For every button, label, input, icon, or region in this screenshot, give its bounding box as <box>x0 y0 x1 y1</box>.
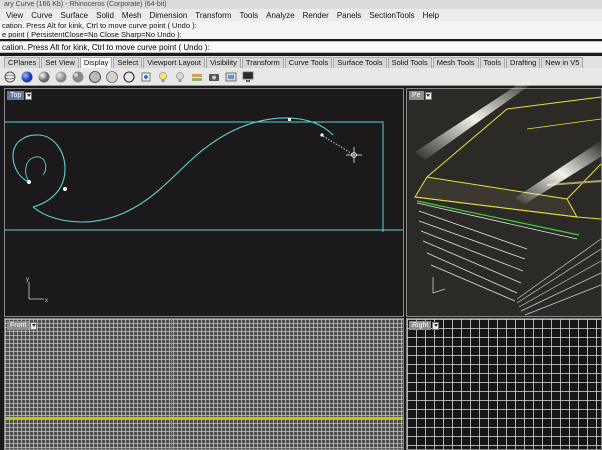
viewport-top[interactable]: Top y x <box>4 88 404 317</box>
display-toolbar <box>0 68 602 86</box>
pen-sphere-icon[interactable] <box>122 70 136 84</box>
pencil-line <box>546 180 601 186</box>
wireframe-edge <box>526 118 601 130</box>
axis-indicator-icon <box>28 282 44 300</box>
tab-surface-tools[interactable]: Surface Tools <box>333 57 387 68</box>
tab-new-in-v5[interactable]: New in V5 <box>541 57 584 68</box>
top-view-canvas[interactable]: y x <box>5 89 403 316</box>
control-point <box>27 180 31 184</box>
chevron-down-icon[interactable] <box>30 321 38 330</box>
menu-tools[interactable]: Tools <box>235 11 262 20</box>
spiral-curve <box>12 134 66 208</box>
control-point <box>288 118 291 121</box>
wireframe-edge <box>426 96 601 178</box>
layer-state-icon[interactable] <box>190 70 204 84</box>
rendered-sphere-icon[interactable] <box>37 70 51 84</box>
viewport-top-label[interactable]: Top <box>7 91 33 100</box>
menu-dimension[interactable]: Dimension <box>145 11 191 20</box>
axis-x-label: x <box>45 298 48 304</box>
menu-render[interactable]: Render <box>299 11 333 20</box>
xray-sphere-icon[interactable] <box>71 70 85 84</box>
menu-curve[interactable]: Curve <box>27 11 56 20</box>
white-curve-lines <box>516 238 601 316</box>
tab-display[interactable]: Display <box>79 57 113 68</box>
technical-sphere-icon[interactable] <box>88 70 102 84</box>
menu-panels[interactable]: Panels <box>333 11 365 20</box>
viewport-perspective-name[interactable]: Pe <box>409 91 424 100</box>
toolbar-tabs: CPlanes Set View Display Select Viewport… <box>0 56 602 68</box>
command-history-line: e point ( PersistentClose=No Close Sharp… <box>0 30 602 39</box>
rubber-band-line <box>322 135 355 156</box>
viewport-perspective[interactable]: Pe <box>406 88 602 317</box>
menu-help[interactable]: Help <box>419 11 443 20</box>
menu-solid[interactable]: Solid <box>92 11 118 20</box>
ghosted-sphere-icon[interactable] <box>54 70 68 84</box>
wireframe-face <box>414 176 578 218</box>
menu-view[interactable]: View <box>2 11 27 20</box>
viewport-perspective-label[interactable]: Pe <box>409 91 432 100</box>
viewport-right[interactable]: Right <box>406 318 602 450</box>
menu-mesh[interactable]: Mesh <box>118 11 146 20</box>
tab-solid-tools[interactable]: Solid Tools <box>387 57 432 68</box>
control-point <box>63 187 67 191</box>
tab-tools[interactable]: Tools <box>479 57 506 68</box>
tab-select[interactable]: Select <box>113 57 143 68</box>
viewport-right-name[interactable]: Right <box>409 321 432 330</box>
menu-transform[interactable]: Transform <box>191 11 235 20</box>
chevron-down-icon[interactable] <box>25 91 33 100</box>
viewport-top-name[interactable]: Top <box>7 91 25 100</box>
command-history-line: cation. Press Alt for kink, Ctrl to move… <box>0 21 602 30</box>
front-grid <box>5 319 403 449</box>
monitor-icon[interactable] <box>241 70 255 84</box>
right-grid <box>407 319 601 449</box>
sweep-curve <box>32 117 334 223</box>
viewport-front[interactable]: Front <box>4 318 404 450</box>
shaded-sphere-icon[interactable] <box>20 70 34 84</box>
front-x-axis <box>5 417 403 419</box>
crosshair-cursor-icon <box>346 147 362 163</box>
menu-surface[interactable]: Surface <box>57 11 93 20</box>
menu-bar: View Curve Surface Solid Mesh Dimension … <box>0 9 602 21</box>
menu-analyze[interactable]: Analyze <box>262 11 298 20</box>
light-bulb-off-icon[interactable] <box>173 70 187 84</box>
tab-transform[interactable]: Transform <box>241 57 284 68</box>
command-prompt[interactable]: cation. Press Alt for kink, Ctrl to move… <box>0 41 602 53</box>
object-properties-icon[interactable] <box>139 70 153 84</box>
axis-indicator-icon <box>432 277 446 294</box>
camera-icon[interactable] <box>207 70 221 84</box>
tab-cplanes[interactable]: CPlanes <box>4 57 41 68</box>
axis-y-label: y <box>26 277 29 283</box>
viewport-capture-icon[interactable] <box>224 70 238 84</box>
tab-visibility[interactable]: Visibility <box>205 57 241 68</box>
tab-mesh-tools[interactable]: Mesh Tools <box>432 57 479 68</box>
inner-loop-curve <box>25 156 47 183</box>
artistic-sphere-icon[interactable] <box>105 70 119 84</box>
tab-viewport-layout[interactable]: Viewport Layout <box>143 57 205 68</box>
wireframe-sphere-icon[interactable] <box>3 70 17 84</box>
chevron-down-icon[interactable] <box>432 321 440 330</box>
tab-set-view[interactable]: Set View <box>41 57 79 68</box>
front-y-axis <box>171 319 172 449</box>
viewport-front-name[interactable]: Front <box>7 321 30 330</box>
tab-drafting[interactable]: Drafting <box>506 57 541 68</box>
viewport-right-label[interactable]: Right <box>409 321 440 330</box>
viewport-front-label[interactable]: Front <box>7 321 38 330</box>
light-bulb-icon[interactable] <box>156 70 170 84</box>
tab-curve-tools[interactable]: Curve Tools <box>284 57 333 68</box>
perspective-canvas[interactable] <box>407 89 601 316</box>
chevron-down-icon[interactable] <box>424 91 432 100</box>
menu-sectiontools[interactable]: SectionTools <box>365 11 418 20</box>
